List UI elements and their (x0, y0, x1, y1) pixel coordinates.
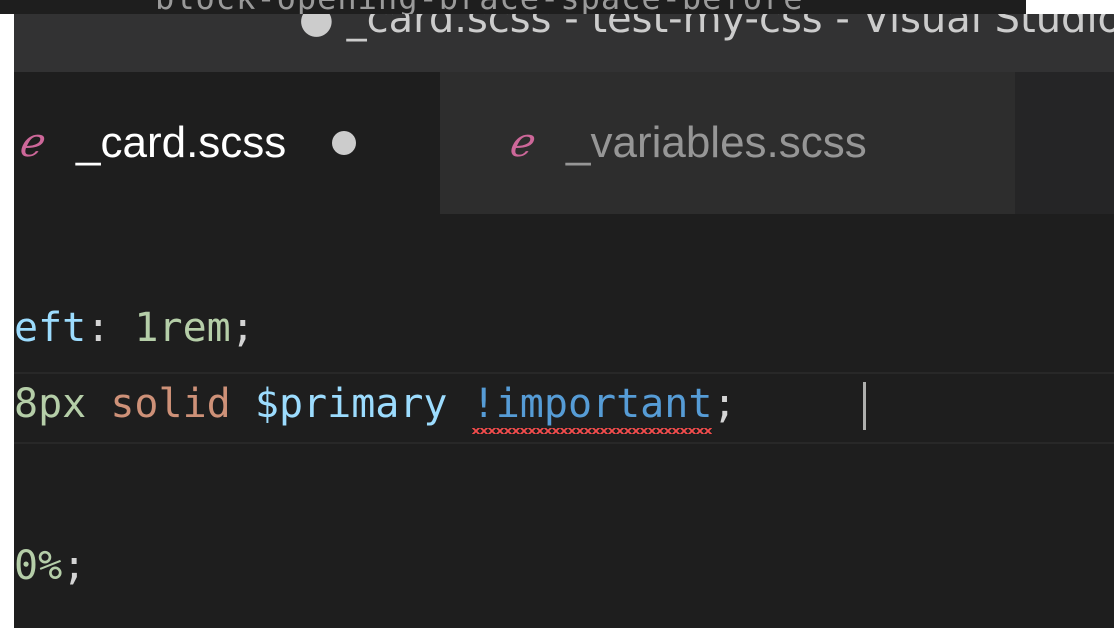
hover-tooltip: block-opening-brace-space-before (0, 0, 1026, 14)
text-cursor (863, 382, 866, 430)
tab-variables-scss[interactable]: ℯ _variables.scss (440, 72, 1015, 214)
number-token: 0% (14, 543, 63, 589)
variable-token: $primary (254, 381, 448, 427)
semicolon-token: ; (230, 305, 255, 351)
code-line[interactable]: 8px solid $primary !important; (14, 374, 737, 434)
sass-icon: ℯ (508, 120, 532, 166)
semicolon-token: ; (712, 381, 737, 427)
unsaved-dot-icon[interactable] (332, 131, 357, 155)
keyword-value-token: solid (110, 381, 231, 427)
semicolon-token: ; (62, 543, 87, 589)
value-token: 1rem (134, 305, 231, 351)
tab-label: _card.scss (76, 118, 287, 167)
vscode-window: ● _card.scss - test-my-css - Visual Stud… (14, 14, 1114, 628)
hover-tooltip-text: block-opening-brace-space-before (155, 0, 804, 14)
editor-tab-bar: ℯ _card.scss ℯ _variables.scss (14, 72, 1114, 214)
number-token: 8px (14, 381, 87, 427)
code-editor[interactable]: eft: 1rem; 8px solid $primary !important… (14, 214, 1114, 628)
screenshot-frame: block-opening-brace-space-before ● _card… (0, 0, 1114, 634)
tab-card-scss[interactable]: ℯ _card.scss (14, 72, 440, 214)
tab-label: _variables.scss (566, 118, 867, 167)
title-bar[interactable]: ● _card.scss - test-my-css - Visual Stud… (14, 14, 1114, 72)
code-line[interactable]: 0%; (14, 536, 86, 596)
property-token: eft (14, 305, 87, 351)
code-line[interactable]: eft: 1rem; (14, 298, 255, 358)
sass-icon: ℯ (18, 120, 42, 166)
colon-token: : (86, 305, 135, 351)
window-title: ● _card.scss - test-my-css - Visual Stud… (299, 14, 1114, 42)
important-token-with-error[interactable]: !important (471, 374, 712, 434)
